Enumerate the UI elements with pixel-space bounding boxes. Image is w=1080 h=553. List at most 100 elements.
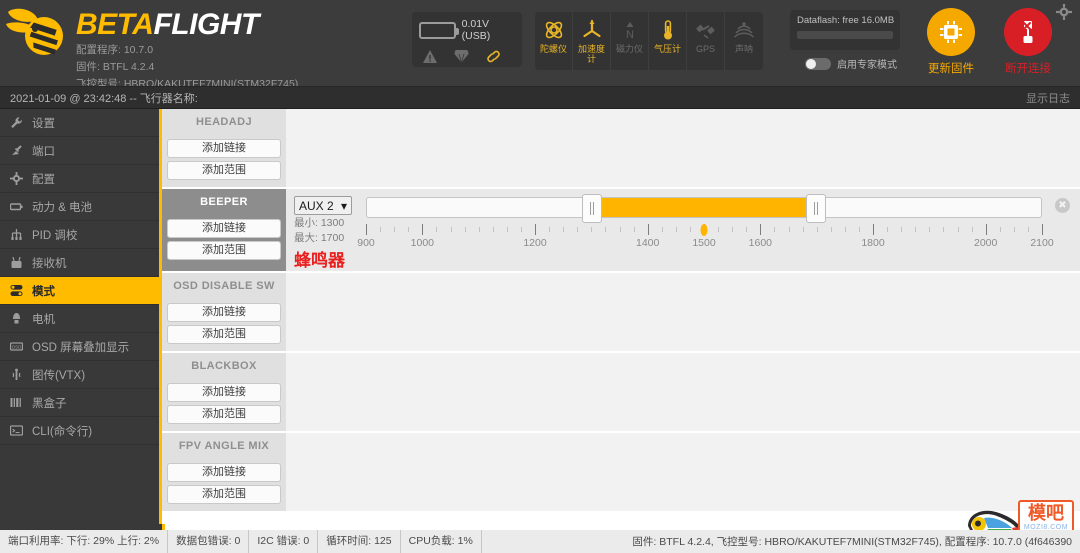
aux-channel-select[interactable]: AUX 2 ▾ [294,196,352,215]
sensor-sonar-label: 声呐 [734,44,753,54]
warning-icon [423,50,437,63]
footer-version-info: 固件: BTFL 4.2.4, 飞控型号: HBRO/KAKUTEF7MINI(… [632,536,1072,548]
chip-icon [927,8,975,56]
status-info-bar: 2021-01-09 @ 23:42:48 -- 飞行器名称: 显示日志 [0,86,1080,109]
mode-row: BLACKBOX 添加链接 添加范围 [162,353,1080,433]
mode-left-panel: HEADADJ 添加链接 添加范围 [162,109,286,187]
ruler-tick-minor [858,227,860,232]
add-link-button[interactable]: 添加链接 [167,463,281,482]
mode-name: BEEPER [200,196,248,208]
footer-status-bar: 端口利用率: 下行: 29% 上行: 2% 数据包错误: 0 I2C 错误: 0… [0,530,1080,553]
sensor-baro: 气压计 [649,12,687,70]
blackbox-icon [9,396,24,409]
sensor-gps: GPS [687,12,725,70]
sidebar-item-ports[interactable]: 端口 [0,137,159,165]
betaflight-bee-logo [6,8,63,55]
sensor-gyro-label: 陀螺仪 [539,44,567,54]
battery-status-box: 0.01V (USB) [412,12,522,67]
sidebar-label: 配置 [32,173,55,186]
settings-gear-icon[interactable] [1056,4,1072,25]
brand-flight: FLIGHT [153,8,259,41]
gps-satellite-icon [695,18,717,42]
mode-row: FPV ANGLE MIX 添加链接 添加范围 [162,433,1080,513]
gyro-icon [543,18,565,42]
ruler-tick-minor [549,227,551,232]
ruler-tick-minor [844,227,846,232]
mode-left-panel: OSD DISABLE SW 添加链接 添加范围 [162,273,286,351]
sidebar-item-pid-tuning[interactable]: PID 调校 [0,221,159,249]
add-range-button[interactable]: 添加范围 [167,405,281,424]
mode-right-panel-beeper: AUX 2 ▾ 最小: 1300 最大: 1700 蜂鸣器 900 1000 1… [286,189,1080,271]
battery-voltage-label: 0.01V (USB) [461,18,491,42]
sidebar-item-motors[interactable]: 电机 [0,305,159,333]
sidebar-item-osd[interactable]: OSD OSD 屏幕叠加显示 [0,333,159,361]
ruler-tick-minor [718,227,720,232]
mode-row: OSD DISABLE SW 添加链接 添加范围 [162,273,1080,353]
ruler-tick-major [873,224,874,235]
sidebar-item-receiver[interactable]: 接收机 [0,249,159,277]
configurator-version: 配置程序: 10.7.0 [76,44,154,56]
ruler-tick-label: 1000 [410,237,435,249]
remove-range-button[interactable]: ✖ [1055,198,1070,213]
ruler-tick-minor [492,227,494,232]
ruler-tick-major [535,224,536,235]
expert-mode-row[interactable]: 启用专家模式 [805,56,897,71]
ruler-tick-minor [464,227,466,232]
chevron-down-icon: ▾ [340,198,347,213]
main-area: 设置 端口 配置 动力 & 电池 PID 调校 接收机 模式 电机 OSD OS… [0,109,1080,530]
battery-voltage-row: 0.01V (USB) [419,18,515,42]
add-range-button[interactable]: 添加范围 [167,241,281,260]
ruler-tick-minor [675,227,677,232]
ruler-tick-label: 1600 [748,237,773,249]
add-range-button[interactable]: 添加范围 [167,485,281,504]
range-slider-column: 900 1000 1200 1400 1500 1600 1800 2000 2100 [357,194,1080,271]
magnetometer-icon: N [619,18,641,42]
expert-mode-toggle[interactable] [805,57,831,70]
flash-firmware-button[interactable]: 更新固件 [908,8,994,76]
ruler-tick-minor [915,227,917,232]
firmware-version: 固件: BTFL 4.2.4 [76,61,155,73]
add-link-button[interactable]: 添加链接 [167,139,281,158]
sidebar-item-power-battery[interactable]: 动力 & 电池 [0,193,159,221]
add-range-button[interactable]: 添加范围 [167,325,281,344]
sidebar-label: 接收机 [32,257,67,270]
sensor-gps-label: GPS [695,44,715,54]
add-range-button[interactable]: 添加范围 [167,161,281,180]
ruler-tick-minor [957,227,959,232]
sidebar-label: 动力 & 电池 [32,201,93,214]
sidebar-label: OSD 屏幕叠加显示 [32,341,130,354]
add-link-button[interactable]: 添加链接 [167,219,281,238]
ruler-tick-minor [943,227,945,232]
mode-right-panel [286,353,1080,431]
sidebar-label: 电机 [32,313,55,326]
mode-name: BLACKBOX [191,360,257,372]
osd-icon: OSD [9,340,24,353]
range-slider-min-handle[interactable] [581,194,602,223]
sensor-sonar: 声呐 [725,12,763,70]
app-header: BETAFLIGHT 配置程序: 10.7.0 固件: BTFL 4.2.4 飞… [0,0,1080,90]
sidebar-item-modes[interactable]: 模式 [0,277,159,305]
dataflash-label: Dataflash: free 16.0MB [797,15,895,26]
range-slider-max-handle[interactable] [806,194,827,223]
sidebar-item-setup[interactable]: 设置 [0,109,159,137]
add-link-button[interactable]: 添加链接 [167,383,281,402]
disconnect-label: 断开连接 [1005,63,1051,75]
barometer-icon [657,18,679,42]
range-slider-fill [591,198,817,217]
ruler-tick-major [647,224,649,235]
sidebar-label: PID 调校 [32,229,78,242]
show-log-button[interactable]: 显示日志 [1026,90,1070,106]
sidebar-item-configuration[interactable]: 配置 [0,165,159,193]
usb-disconnect-icon [1004,8,1052,56]
ruler-tick-label: 2100 [1030,237,1054,249]
sidebar-item-blackbox[interactable]: 黑盒子 [0,389,159,417]
sensor-mag-label: 磁力仪 [615,44,643,54]
range-slider-track[interactable] [366,194,1042,223]
ruler-tick-major [985,224,987,235]
expert-mode-label: 启用专家模式 [837,60,897,71]
sidebar-item-cli[interactable]: CLI(命令行) [0,417,159,445]
ruler-tick-minor [380,227,382,232]
sidebar-item-vtx[interactable]: 图传(VTX) [0,361,159,389]
add-link-button[interactable]: 添加链接 [167,303,281,322]
mode-name: HEADADJ [196,116,252,128]
